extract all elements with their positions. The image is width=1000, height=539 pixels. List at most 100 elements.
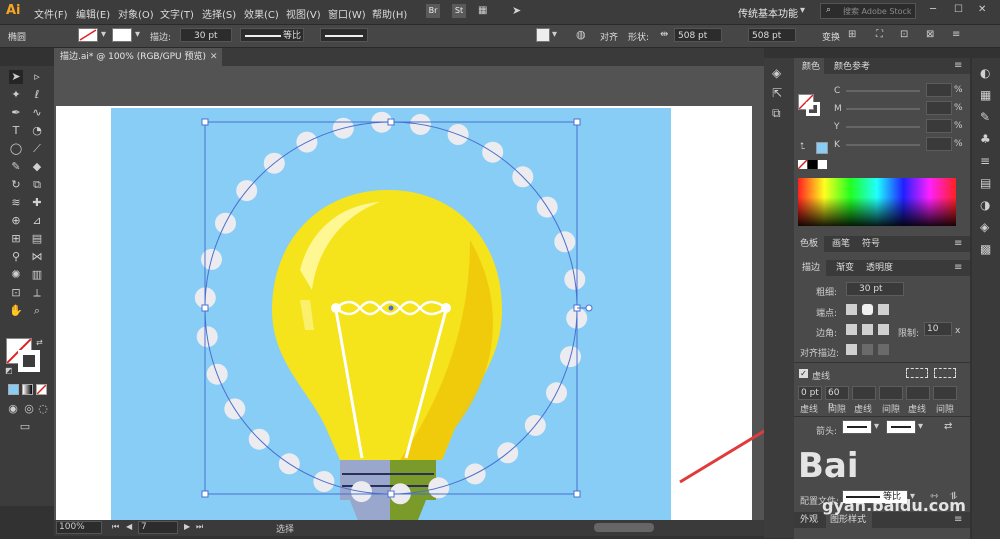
- preserve-dash-icon[interactable]: [906, 368, 928, 378]
- baidu-watermark-url: gyan.baidu.com: [822, 496, 966, 515]
- graphic-styles-icon[interactable]: ▩: [980, 242, 991, 256]
- y-field[interactable]: [926, 119, 952, 133]
- align-dash-corners-icon[interactable]: [934, 368, 956, 378]
- color-spectrum[interactable]: [798, 178, 956, 226]
- dash-2-field[interactable]: [852, 386, 876, 400]
- tab-color-guide[interactable]: 颜色参考: [834, 60, 870, 74]
- artboard-number-field[interactable]: 7: [138, 521, 178, 534]
- panel-icon-strip: ◈ ⇱ ⧉: [764, 58, 794, 538]
- align-stroke-label: 对齐描边:: [800, 349, 840, 359]
- align-center-icon[interactable]: [846, 344, 857, 355]
- arrowhead-label: 箭头:: [816, 427, 838, 437]
- last-artboard-icon[interactable]: ⏭: [196, 522, 203, 532]
- tab-color[interactable]: 颜色: [802, 60, 820, 74]
- weight-field[interactable]: 30 pt: [846, 282, 904, 296]
- panel-stroke-swatch[interactable]: [806, 102, 820, 116]
- prev-artboard-icon[interactable]: ◀: [126, 522, 132, 531]
- tab-transparency[interactable]: 透明度: [866, 261, 893, 275]
- status-mode[interactable]: 选择: [276, 522, 294, 535]
- dashed-checkbox[interactable]: ✓: [799, 369, 808, 378]
- horizontal-scrollbar[interactable]: [594, 523, 654, 532]
- chevron-down-icon[interactable]: ▾: [874, 421, 879, 432]
- weight-label: 粗细:: [816, 288, 838, 298]
- zoom-field[interactable]: 100%: [56, 521, 102, 534]
- symbols-panel-icon[interactable]: ♣: [980, 132, 991, 146]
- tab-swatches[interactable]: 色板: [800, 237, 818, 251]
- stroke-panel-tabbar: 描边 渐变 透明度 ≡: [794, 260, 970, 276]
- last-color-swatch[interactable]: [816, 142, 828, 154]
- tab-stroke[interactable]: 描边: [802, 261, 820, 275]
- dash-3-field[interactable]: [906, 386, 930, 400]
- brushes-panel-icon[interactable]: ✎: [980, 110, 990, 124]
- transparency-panel-icon[interactable]: ◑: [980, 198, 990, 212]
- k-unit: %: [954, 139, 963, 149]
- projecting-cap-icon[interactable]: [878, 304, 889, 315]
- dash-1-field[interactable]: 0 pt: [798, 386, 822, 400]
- baidu-watermark: Bai: [798, 446, 859, 486]
- panel-menu-icon[interactable]: ≡: [954, 514, 962, 525]
- color-panel-icon[interactable]: ◐: [980, 66, 990, 80]
- panel-menu-icon[interactable]: ≡: [954, 238, 962, 249]
- y-unit: %: [954, 121, 963, 131]
- limit-unit: x: [955, 326, 961, 336]
- appearance-panel-icon[interactable]: ◈: [980, 220, 989, 234]
- black-swatch[interactable]: [808, 160, 817, 169]
- chevron-down-icon[interactable]: ▾: [918, 421, 923, 432]
- bevel-join-icon[interactable]: [878, 324, 889, 335]
- gap-1-field[interactable]: 60 p: [825, 386, 849, 411]
- gap-1-label: 间隙: [828, 405, 847, 415]
- export-icon[interactable]: ⇱: [772, 86, 782, 100]
- first-artboard-icon[interactable]: ⏮: [112, 522, 119, 532]
- gap-3-label: 间隙: [936, 405, 955, 415]
- none-swatch[interactable]: [798, 160, 807, 169]
- k-slider[interactable]: [846, 144, 920, 146]
- dashed-label: 虚线: [812, 372, 831, 382]
- gradient-panel-icon[interactable]: ▤: [980, 176, 991, 190]
- m-field[interactable]: [926, 101, 952, 115]
- color-panel-tabbar: 颜色 颜色参考 ≡: [794, 58, 970, 74]
- gap-2-field[interactable]: [879, 386, 903, 400]
- cap-label: 端点:: [816, 309, 838, 319]
- channel-c-label: C: [834, 86, 841, 96]
- align-inside-icon[interactable]: [862, 344, 873, 355]
- panel-menu-icon[interactable]: ≡: [954, 262, 962, 273]
- k-field[interactable]: [926, 137, 952, 151]
- butt-cap-icon[interactable]: [846, 304, 857, 315]
- m-slider[interactable]: [846, 108, 920, 110]
- dash-3-label: 虚线: [908, 405, 927, 415]
- limit-field[interactable]: 10: [924, 322, 952, 336]
- layers-icon[interactable]: ◈: [772, 66, 781, 80]
- gap-2-label: 间隙: [882, 405, 901, 415]
- panel-menu-icon[interactable]: ≡: [954, 60, 962, 71]
- y-slider[interactable]: [846, 126, 920, 128]
- channel-m-label: M: [834, 104, 842, 114]
- c-field[interactable]: [926, 83, 952, 97]
- swap-arrows-icon[interactable]: ⇄: [944, 421, 952, 432]
- tab-brushes[interactable]: 画笔: [832, 237, 850, 251]
- stroke-panel-icon[interactable]: ≡: [980, 154, 990, 168]
- gap-3-field[interactable]: [933, 386, 957, 400]
- round-join-icon[interactable]: [862, 324, 873, 335]
- status-bar: 100% ⏮ ◀ 7 ▶ ⏭ 选择: [54, 520, 764, 536]
- miter-join-icon[interactable]: [846, 324, 857, 335]
- tab-appearance[interactable]: 外观: [800, 513, 818, 527]
- channel-k-label: K: [834, 140, 840, 150]
- swatches-tabbar: 色板 画笔 符号 ≡: [794, 236, 970, 252]
- arrow-start-select[interactable]: [842, 420, 872, 434]
- c-unit: %: [954, 85, 963, 95]
- tab-gradient[interactable]: 渐变: [836, 261, 854, 275]
- c-slider[interactable]: [846, 90, 920, 92]
- next-artboard-icon[interactable]: ▶: [184, 522, 190, 531]
- arrow-end-select[interactable]: [886, 420, 916, 434]
- out-of-gamut-icon[interactable]: ⮤: [800, 142, 805, 152]
- round-cap-icon[interactable]: [862, 304, 873, 315]
- align-outside-icon[interactable]: [878, 344, 889, 355]
- swatches-panel-icon[interactable]: ▦: [980, 88, 991, 102]
- dash-2-label: 虚线: [854, 405, 873, 415]
- right-icon-strip: ◐ ▦ ✎ ♣ ≡ ▤ ◑ ◈ ▩: [972, 58, 1000, 539]
- tab-symbols[interactable]: 符号: [862, 237, 880, 251]
- dash-1-label: 虚线: [800, 405, 819, 415]
- white-swatch[interactable]: [818, 160, 827, 169]
- tab-graphic-styles[interactable]: 图形样式: [830, 513, 866, 527]
- artboards-icon[interactable]: ⧉: [772, 106, 781, 121]
